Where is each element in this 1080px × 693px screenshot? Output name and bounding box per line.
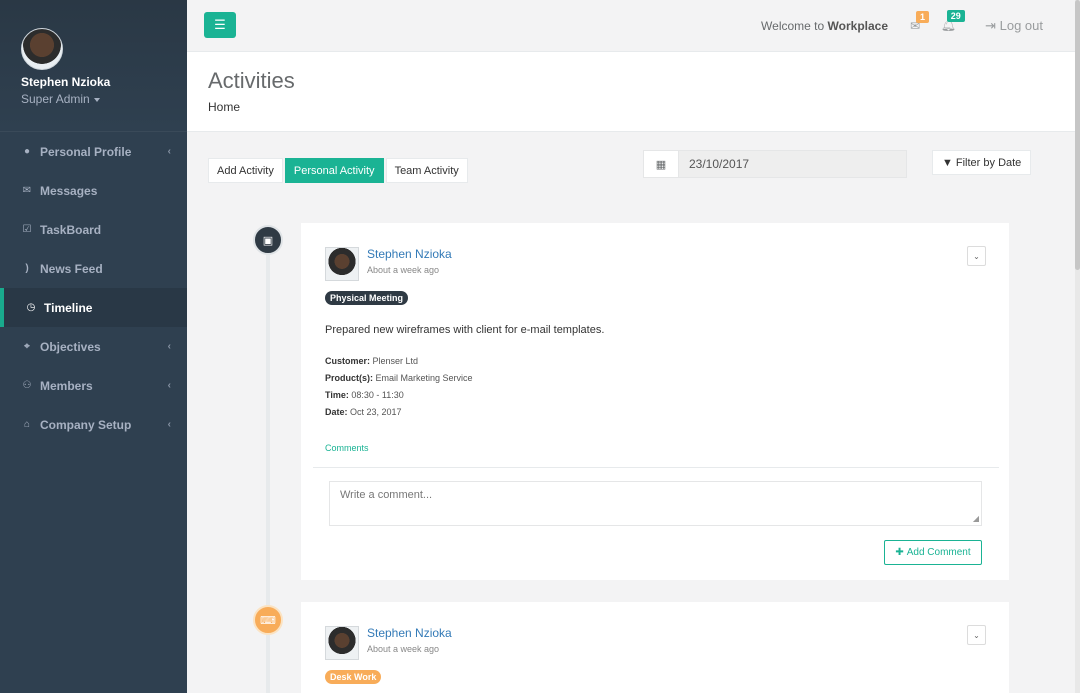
top-navbar: ☰ Welcome to Workplace ✉ 1 🔔︎ 29 ⇥ Log out (187, 0, 1080, 52)
tab-team-activity[interactable]: Team Activity (385, 158, 468, 183)
filter-button-label: Filter by Date (955, 156, 1022, 169)
add-comment-label: Add Comment (906, 547, 971, 558)
comment-textarea[interactable]: Write a comment... ◢ (329, 481, 982, 526)
date-input[interactable]: 23/10/2017 (679, 151, 906, 177)
products-value: Email Marketing Service (375, 373, 473, 383)
breadcrumb[interactable]: Home (208, 100, 240, 114)
chevron-left-icon: ‹ (167, 419, 171, 430)
date-picker[interactable]: ▦ 23/10/2017 (643, 150, 907, 178)
card-options-dropdown[interactable]: ⌄ (967, 625, 986, 645)
tab-personal-activity[interactable]: Personal Activity (284, 158, 384, 183)
author-avatar[interactable] (325, 247, 359, 281)
tab-add-activity[interactable]: Add Activity (208, 158, 283, 183)
scrollbar-thumb[interactable] (1075, 0, 1080, 270)
sidebar-item-personal-profile[interactable]: ● Personal Profile ‹ (0, 132, 187, 171)
bell-count-badge: 29 (946, 10, 965, 22)
add-comment-button[interactable]: ✚ Add Comment (884, 540, 982, 565)
keyboard-icon: ⌨ (253, 605, 283, 635)
date-label: Date: (325, 407, 348, 417)
sidebar-item-label: Messages (40, 183, 98, 198)
author-avatar[interactable] (325, 626, 359, 660)
resize-grip-icon[interactable]: ◢ (973, 514, 979, 523)
sidebar-item-label: TaskBoard (40, 222, 102, 237)
breadcrumb-home[interactable]: Home (208, 100, 240, 114)
calendar-icon[interactable]: ▦ (644, 151, 679, 177)
plus-icon: ✚ (895, 547, 904, 558)
sign-out-icon: ⇥ (985, 18, 996, 33)
chevron-left-icon: ‹ (167, 380, 171, 391)
activity-card: Stephen Nzioka About a week ago ⌄ Desk W… (301, 602, 1009, 693)
customer-value: Plenser Ltd (372, 356, 419, 366)
users-icon: ⚇ (22, 380, 32, 391)
activity-description: Prepared new wireframes with client for … (325, 324, 605, 336)
chevron-left-icon: ‹ (167, 341, 171, 352)
sidebar-item-label: Personal Profile (40, 144, 132, 159)
profile-block: Stephen Nzioka Super Admin (0, 0, 187, 132)
author-name-link[interactable]: Stephen Nzioka (367, 247, 452, 261)
messages-notification[interactable]: ✉ 1 (910, 11, 929, 33)
crosshairs-icon: ⌖ (24, 341, 30, 352)
divider (313, 467, 999, 468)
welcome-prefix: Welcome to (761, 19, 825, 33)
alerts-notification[interactable]: 🔔︎ 29 (941, 10, 965, 32)
profile-role-label: Super Admin (21, 92, 90, 106)
comment-placeholder: Write a comment... (340, 489, 433, 501)
card-options-dropdown[interactable]: ⌄ (967, 246, 986, 266)
sidebar: Stephen Nzioka Super Admin ● Personal Pro… (0, 0, 187, 693)
mail-count-badge: 1 (915, 11, 929, 23)
products-label: Product(s): (325, 373, 373, 383)
activity-details: Customer: Plenser Ltd Product(s): Email … (325, 353, 473, 421)
sidebar-item-objectives[interactable]: ⌖ Objectives ‹ (0, 327, 187, 366)
sidebar-item-taskboard[interactable]: ☑ TaskBoard (0, 210, 187, 249)
sidebar-item-messages[interactable]: ✉ Messages (0, 171, 187, 210)
sidebar-item-label: Timeline (44, 300, 93, 315)
hamburger-icon: ☰ (214, 17, 226, 32)
customer-label: Customer: (325, 356, 371, 366)
filter-by-date-button[interactable]: ▼ Filter by Date (932, 150, 1032, 175)
menu-toggle-button[interactable]: ☰ (204, 12, 236, 38)
welcome-brand: Workplace (827, 19, 888, 33)
logout-link[interactable]: ⇥ Log out (985, 18, 1043, 34)
profile-role-dropdown[interactable]: Super Admin (21, 92, 187, 106)
check-square-icon: ☑ (22, 224, 32, 235)
sidebar-nav: ● Personal Profile ‹ ✉ Messages ☑ TaskBoard … (0, 132, 187, 444)
logout-label: Log out (999, 18, 1043, 33)
time-label: Time: (325, 390, 349, 400)
caret-down-icon (93, 97, 100, 102)
activity-tabs: Add Activity Personal Activity Team Acti… (208, 158, 468, 183)
page-title: Activities (208, 68, 295, 93)
filter-icon: ▼ (942, 156, 953, 169)
user-icon: ● (23, 146, 31, 157)
comments-link[interactable]: Comments (325, 443, 369, 453)
date-value: Oct 23, 2017 (350, 407, 402, 417)
chevron-down-icon: ⌄ (973, 630, 980, 640)
time-value: 08:30 - 11:30 (351, 390, 404, 400)
profile-name: Stephen Nzioka (21, 75, 111, 89)
sidebar-item-label: Company Setup (40, 417, 132, 432)
sidebar-item-members[interactable]: ⚇ Members ‹ (0, 366, 187, 405)
clock-icon: ◷ (26, 302, 36, 313)
author-name-link[interactable]: Stephen Nzioka (367, 626, 452, 640)
sidebar-item-label: News Feed (40, 261, 103, 276)
sidebar-item-timeline[interactable]: ◷ Timeline (0, 288, 187, 327)
time-ago: About a week ago (367, 265, 440, 275)
activity-type-badge: Physical Meeting (325, 291, 409, 305)
chevron-left-icon: ‹ (167, 146, 171, 157)
envelope-icon: ✉ (22, 185, 32, 196)
scrollbar[interactable] (1075, 0, 1080, 693)
sidebar-item-news-feed[interactable]: ) News Feed (0, 249, 187, 288)
rss-icon: ) (25, 263, 29, 274)
sidebar-item-company-setup[interactable]: ⌂ Company Setup ‹ (0, 405, 187, 444)
sidebar-item-label: Members (40, 378, 93, 393)
briefcase-icon: ▣ (253, 225, 283, 255)
activity-card: Stephen Nzioka About a week ago ⌄ Physic… (301, 223, 1009, 580)
bank-icon: ⌂ (23, 419, 31, 430)
avatar[interactable] (21, 28, 63, 70)
page-heading: Activities Home (187, 52, 1075, 132)
activity-type-badge: Desk Work (325, 670, 382, 684)
time-ago: About a week ago (367, 644, 440, 654)
welcome-message: Welcome to Workplace (761, 19, 888, 33)
chevron-down-icon: ⌄ (973, 251, 980, 261)
sidebar-item-label: Objectives (40, 339, 101, 354)
